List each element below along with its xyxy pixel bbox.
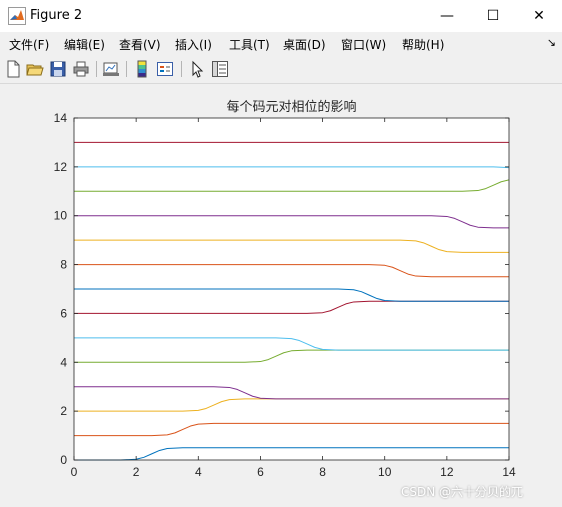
- x-tick-label: 2: [133, 465, 140, 479]
- y-tick-label: 2: [60, 404, 67, 418]
- y-tick-label: 10: [54, 209, 68, 223]
- watermark: CSDN @六十分贝的兀: [401, 485, 524, 499]
- y-tick-label: 4: [60, 355, 67, 369]
- x-tick-label: 12: [440, 465, 454, 479]
- x-tick-label: 4: [195, 465, 202, 479]
- x-tick-label: 8: [319, 465, 326, 479]
- y-tick-label: 6: [60, 306, 67, 320]
- y-tick-label: 14: [54, 111, 68, 125]
- x-tick-label: 0: [71, 465, 78, 479]
- x-tick-label: 10: [378, 465, 392, 479]
- chart-area: 0 2 4 6 8 10 12 14 0 2 4 6 8 10 12 14: [54, 111, 516, 479]
- y-tick-label: 8: [60, 258, 67, 272]
- x-tick-label: 14: [502, 465, 516, 479]
- y-tick-label: 12: [54, 160, 68, 174]
- y-tick-label: 0: [60, 453, 67, 467]
- x-tick-label: 6: [257, 465, 264, 479]
